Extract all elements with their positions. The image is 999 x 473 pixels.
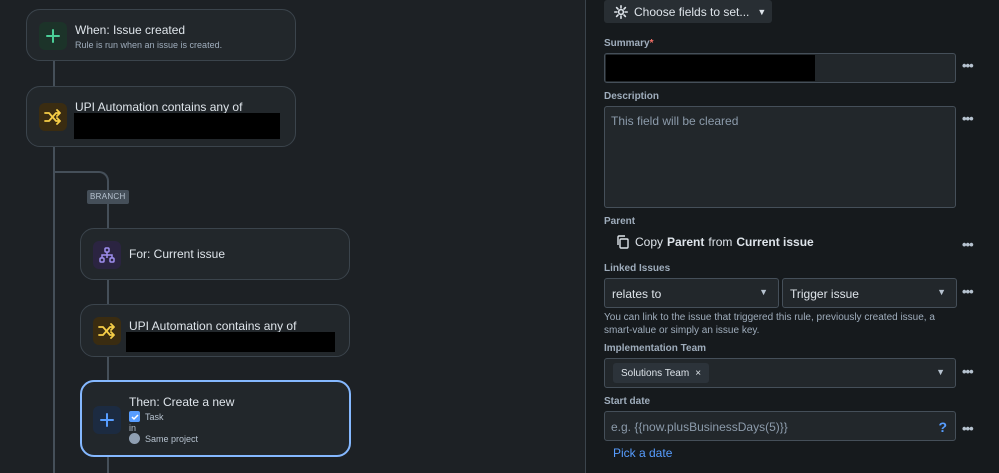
project-row: Same project [129, 433, 198, 444]
summary-label: Summary* [604, 38, 653, 49]
implementation-team-select[interactable]: Solutions Team × ▼ [604, 358, 956, 388]
issue-type-row: Task [129, 411, 164, 422]
condition-title: UPI Automation contains any of [75, 100, 243, 114]
project-label: Same project [145, 433, 199, 444]
description-textarea[interactable]: This field will be cleared [604, 106, 956, 208]
plus-icon [39, 22, 67, 50]
copy-mid: from [708, 235, 733, 249]
chevron-down-icon: ▼ [936, 367, 945, 377]
summary-label-text: Summary [604, 38, 650, 49]
parent-label: Parent [604, 216, 636, 227]
rule-canvas: When: Issue created Rule is run when an … [0, 0, 586, 473]
parent-more-icon[interactable]: ••• [962, 237, 974, 252]
chevron-down-icon: ▼ [937, 287, 946, 297]
description-placeholder: This field will be cleared [611, 114, 739, 128]
condition-node-2[interactable]: UPI Automation contains any of [80, 304, 350, 357]
start-date-placeholder: e.g. {{now.plusBusinessDays(5)}} [611, 420, 788, 434]
branch-node[interactable]: For: Current issue [80, 228, 350, 280]
summary-more-icon[interactable]: ••• [962, 58, 974, 73]
shuffle-icon [93, 317, 121, 345]
link-type-select[interactable]: relates to ▼ [604, 278, 779, 308]
link-type-value: relates to [612, 287, 662, 301]
issue-type-label: Task [145, 411, 164, 422]
linked-issue-select[interactable]: Trigger issue ▼ [782, 278, 957, 308]
team-more-icon[interactable]: ••• [962, 364, 974, 379]
connector-line [107, 456, 109, 473]
shuffle-icon [39, 103, 67, 131]
redacted-value [74, 113, 280, 139]
summary-input[interactable] [604, 53, 956, 83]
redacted-value [126, 332, 335, 352]
implementation-team-label: Implementation Team [604, 343, 707, 354]
condition-node[interactable]: UPI Automation contains any of [26, 86, 296, 147]
team-chip-label: Solutions Team [621, 367, 690, 379]
hierarchy-icon [93, 241, 121, 269]
chevron-down-icon: ▼ [757, 6, 767, 17]
description-more-icon[interactable]: ••• [962, 111, 974, 126]
linked-issues-helper-text: You can link to the issue that triggered… [604, 312, 935, 336]
connector-line [53, 60, 55, 87]
help-icon[interactable]: ? [938, 419, 947, 435]
chevron-down-icon: ▼ [759, 287, 768, 297]
task-checkbox-icon [129, 411, 140, 422]
copy-icon [617, 235, 629, 249]
linked-issues-more-icon[interactable]: ••• [962, 284, 974, 299]
gear-icon [614, 4, 628, 19]
chip-remove-icon[interactable]: × [695, 368, 701, 379]
trigger-node[interactable]: When: Issue created Rule is run when an … [26, 9, 296, 61]
linked-issues-label: Linked Issues [604, 263, 671, 274]
description-label: Description [604, 91, 660, 102]
start-date-label: Start date [604, 396, 651, 407]
start-date-more-icon[interactable]: ••• [962, 421, 974, 436]
linked-issue-value: Trigger issue [790, 287, 859, 301]
plus-icon [93, 406, 121, 434]
project-icon [129, 433, 140, 444]
choose-fields-label: Choose fields to set... [634, 4, 750, 19]
trigger-subtitle: Rule is run when an issue is created. [75, 40, 223, 50]
copy-source: Current issue [736, 235, 814, 249]
in-label: in [129, 423, 136, 433]
parent-copy-value[interactable]: Copy Parent from Current issue [616, 235, 818, 249]
branch-badge: BRANCH [87, 190, 129, 204]
connector-line [107, 279, 109, 305]
action-node[interactable]: Then: Create a new Task in Same project [80, 380, 351, 457]
branch-title: For: Current issue [129, 247, 226, 261]
trigger-title: When: Issue created [75, 23, 186, 37]
action-title: Then: Create a new [129, 395, 235, 409]
start-date-input[interactable]: e.g. {{now.plusBusinessDays(5)}} ? [604, 411, 956, 441]
field-config-panel: Choose fields to set... ▼ Summary* ••• D… [586, 0, 999, 473]
choose-fields-button[interactable]: Choose fields to set... ▼ [604, 0, 772, 23]
team-chip: Solutions Team × [613, 363, 710, 383]
condition-title-2: UPI Automation contains any of [129, 319, 297, 333]
redacted-value [606, 55, 815, 81]
pick-date-link[interactable]: Pick a date [613, 446, 672, 460]
connector-line [107, 356, 109, 381]
required-mark: * [649, 38, 654, 49]
in-text: in [129, 423, 137, 433]
copy-prefix: Copy [635, 235, 664, 249]
copy-field: Parent [667, 235, 705, 249]
